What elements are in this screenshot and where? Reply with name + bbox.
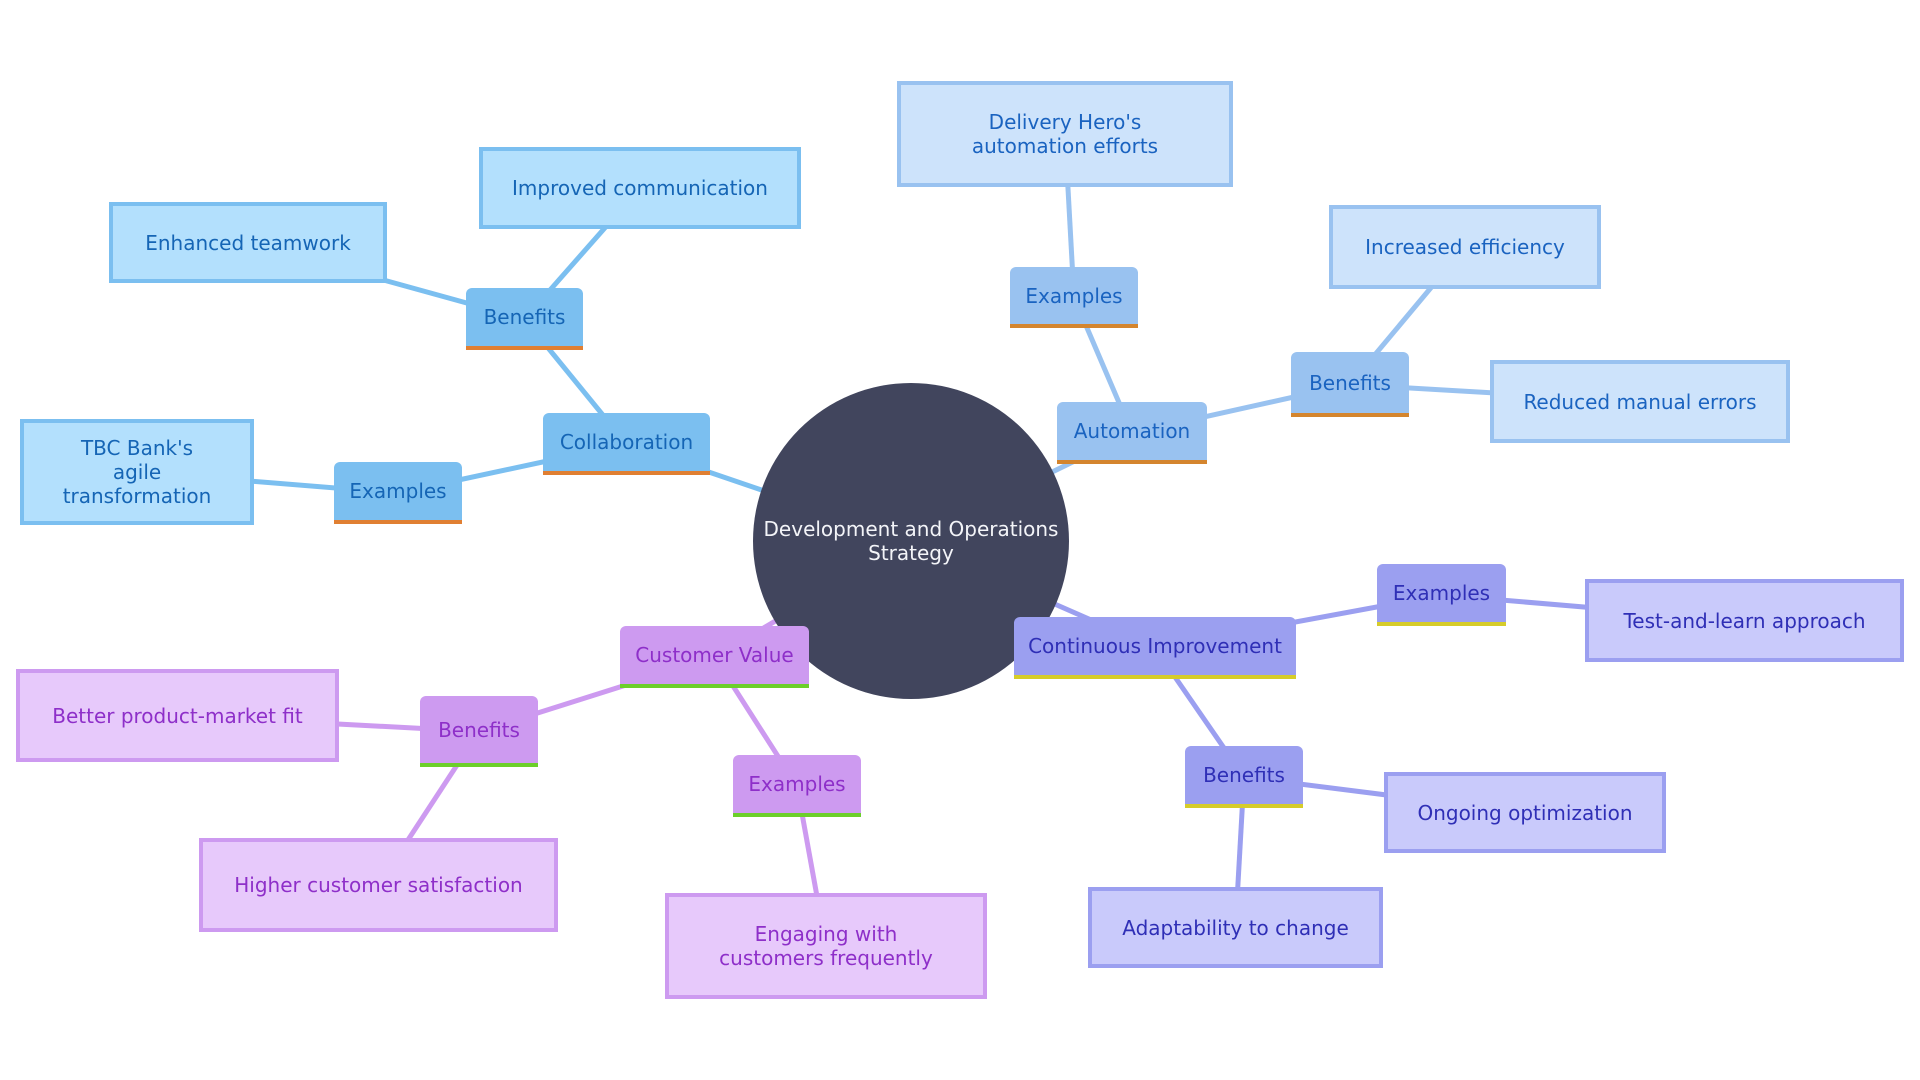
node-label: Benefits bbox=[1309, 370, 1391, 395]
node-label: Better product-market fit bbox=[52, 703, 303, 728]
node-increased-efficiency[interactable]: Increased efficiency bbox=[1329, 205, 1601, 289]
node-label: Improved communication bbox=[512, 176, 768, 200]
node-collaboration-benefits[interactable]: Benefits bbox=[466, 288, 583, 350]
node-label: Examples bbox=[1392, 581, 1491, 605]
node-label: Examples bbox=[1025, 283, 1123, 308]
node-label: TBC Bank's agile transformation bbox=[62, 436, 212, 508]
node-test-and-learn[interactable]: Test-and-learn approach bbox=[1585, 579, 1904, 662]
root-label: Development and Operations Strategy bbox=[763, 517, 1059, 565]
node-ci-benefits[interactable]: Benefits bbox=[1185, 746, 1303, 808]
node-label: Increased efficiency bbox=[1365, 235, 1565, 259]
node-reduced-manual-errors[interactable]: Reduced manual errors bbox=[1490, 360, 1790, 443]
node-automation-benefits[interactable]: Benefits bbox=[1291, 352, 1409, 417]
node-adaptability-to-change[interactable]: Adaptability to change bbox=[1088, 887, 1383, 968]
node-continuous-improvement[interactable]: Continuous Improvement bbox=[1014, 617, 1296, 679]
node-tbc-bank-agile[interactable]: TBC Bank's agile transformation bbox=[20, 419, 254, 525]
node-automation[interactable]: Automation bbox=[1057, 402, 1207, 464]
node-label: Automation bbox=[1073, 419, 1191, 443]
node-label: Benefits bbox=[438, 717, 520, 742]
node-label: Adaptability to change bbox=[1122, 915, 1349, 940]
node-label: Higher customer satisfaction bbox=[234, 873, 523, 897]
node-label: Collaboration bbox=[559, 430, 694, 454]
node-enhanced-teamwork[interactable]: Enhanced teamwork bbox=[109, 202, 387, 283]
node-label: Reduced manual errors bbox=[1523, 389, 1757, 414]
node-customer-value[interactable]: Customer Value bbox=[620, 626, 809, 688]
node-label: Customer Value bbox=[635, 643, 794, 667]
node-label: Examples bbox=[748, 772, 846, 796]
node-collaboration-examples[interactable]: Examples bbox=[334, 462, 462, 524]
node-ci-examples[interactable]: Examples bbox=[1377, 564, 1506, 626]
node-cv-benefits[interactable]: Benefits bbox=[420, 696, 538, 767]
node-label: Engaging with customers frequently bbox=[719, 922, 933, 970]
node-higher-customer-satisfaction[interactable]: Higher customer satisfaction bbox=[199, 838, 558, 932]
node-engaging-customers[interactable]: Engaging with customers frequently bbox=[665, 893, 987, 999]
node-improved-communication[interactable]: Improved communication bbox=[479, 147, 801, 229]
node-label: Delivery Hero's automation efforts bbox=[971, 110, 1159, 158]
node-label: Test-and-learn approach bbox=[1623, 608, 1866, 633]
node-label: Examples bbox=[349, 479, 447, 503]
node-label: Continuous Improvement bbox=[1028, 634, 1282, 658]
node-cv-examples[interactable]: Examples bbox=[733, 755, 861, 817]
node-collaboration[interactable]: Collaboration bbox=[543, 413, 710, 475]
node-ongoing-optimization[interactable]: Ongoing optimization bbox=[1384, 772, 1666, 853]
node-better-product-market-fit[interactable]: Better product-market fit bbox=[16, 669, 339, 762]
node-label: Benefits bbox=[1203, 763, 1285, 787]
node-automation-examples[interactable]: Examples bbox=[1010, 267, 1138, 328]
node-label: Benefits bbox=[483, 305, 566, 329]
node-delivery-hero[interactable]: Delivery Hero's automation efforts bbox=[897, 81, 1233, 187]
node-label: Enhanced teamwork bbox=[145, 230, 351, 255]
node-label: Ongoing optimization bbox=[1417, 800, 1633, 825]
